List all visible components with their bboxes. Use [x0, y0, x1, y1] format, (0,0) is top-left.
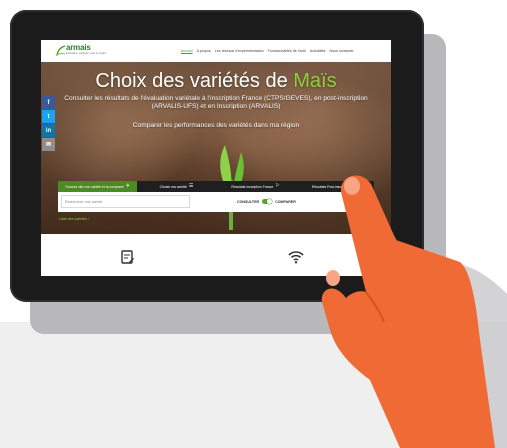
fingernail: [344, 177, 360, 195]
pointing-hand-illustration: [321, 175, 507, 448]
thumbnail: [326, 270, 340, 286]
hand-shape: [321, 175, 495, 448]
